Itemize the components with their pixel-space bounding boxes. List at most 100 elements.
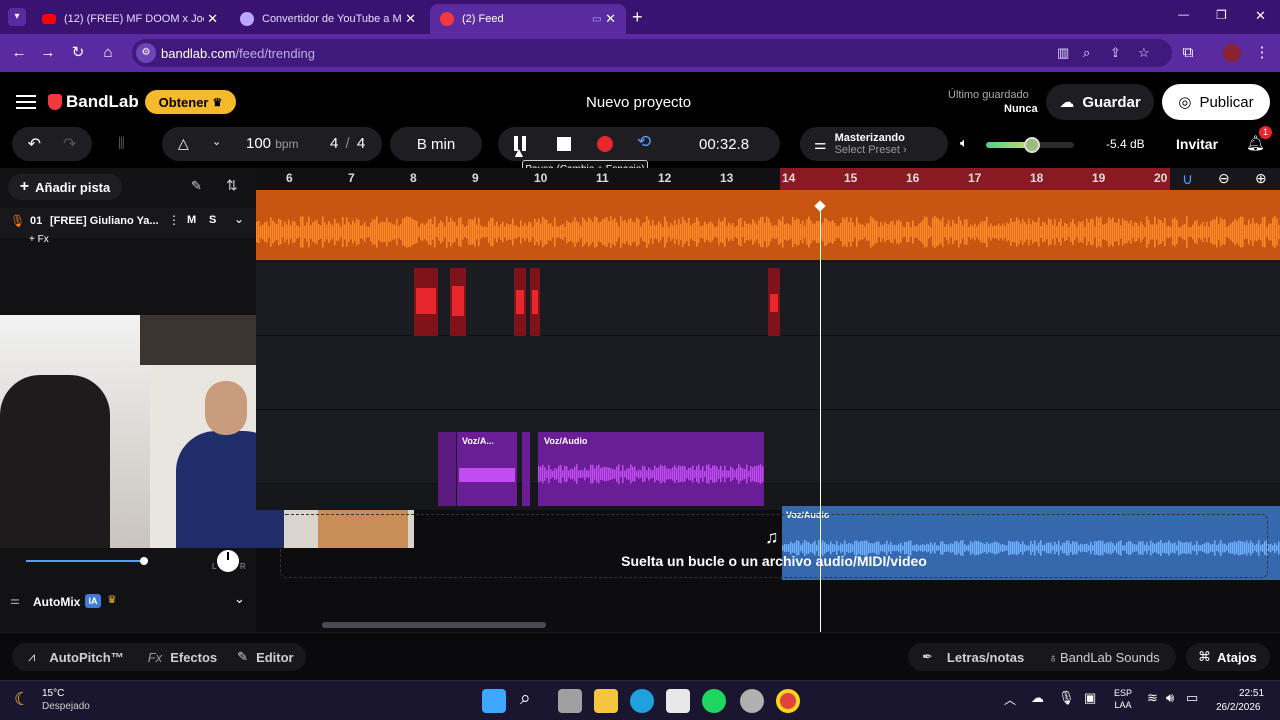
publish-button[interactable]: ◎ Publicar [1162,84,1270,120]
snap-magnet-icon[interactable]: ∪ [1182,170,1193,188]
search-icon[interactable]: ⌕ [520,688,531,710]
track-more-icon[interactable]: ⋮ [168,213,180,227]
reload-icon[interactable]: ↻ [67,42,89,64]
track-settings-icon[interactable]: ⇅ [226,177,238,194]
lyrics-button[interactable]: Letras/notas [947,650,1024,665]
volume-tray-icon[interactable]: 🔊︎ [1166,690,1174,706]
forward-icon[interactable]: → [37,42,59,64]
wifi-icon[interactable]: ≋ [1147,690,1158,706]
mute-button[interactable]: M [187,214,196,226]
audio-clip-purple-main[interactable]: Voz/Audio [538,432,764,506]
speaker-icon[interactable]: 🔈︎ [960,135,968,151]
audio-clip-orange[interactable] [256,190,1280,260]
volume-knob[interactable] [140,557,148,565]
loop-icon[interactable]: ⟲ [637,132,651,152]
task-view-icon[interactable] [558,689,582,713]
audio-clip-red[interactable] [450,268,466,336]
battery-icon[interactable]: ▭ [1186,690,1198,706]
extensions-icon[interactable]: ⧉ [1177,42,1199,64]
close-icon[interactable]: ✕ [405,11,416,27]
audio-clip-red[interactable] [768,268,780,336]
weather-icon[interactable]: ☾ [14,689,30,710]
automix-row[interactable]: ⚌ AutoMix IA ♛ ⌄ [0,588,256,616]
add-track-button[interactable]: + Añadir pista [8,174,122,200]
zoom-in-icon[interactable]: ⊕ [1255,170,1267,187]
record-icon[interactable] [597,136,613,152]
effects-button[interactable]: Efectos [170,650,217,665]
file-explorer-icon[interactable] [594,689,618,713]
chevron-down-icon[interactable]: ⌄ [234,212,244,226]
drop-zone[interactable]: ♫ Suelta un bucle o un archivo audio/MID… [280,514,1268,578]
maximize-button[interactable]: ❐ [1216,8,1227,22]
redo-icon[interactable]: ↷ [63,134,76,154]
minimize-button[interactable]: — [1178,9,1189,21]
audio-clip-purple-short[interactable]: Voz/A... [457,432,517,506]
site-info-icon[interactable]: ⚙ [136,43,156,63]
mastering-button[interactable]: ⚌ Masterizando Select Preset › [800,127,948,161]
audio-clip-red[interactable] [530,268,540,336]
close-icon[interactable]: ✕ [605,11,616,27]
window-close-button[interactable]: ✕ [1255,8,1266,24]
tab-search-button[interactable]: ▾ [8,8,26,26]
profile-avatar[interactable] [1223,44,1241,62]
clock-time[interactable]: 22:51 [1239,688,1264,699]
master-volume-slider[interactable] [986,137,1074,153]
stop-icon[interactable] [557,137,571,151]
chevron-down-icon[interactable]: ⌄ [234,591,245,607]
invite-button[interactable]: Invitar [1176,136,1218,152]
language-indicator[interactable]: ESP LAA [1114,687,1132,711]
playhead[interactable] [820,206,821,632]
hamburger-menu-icon[interactable] [16,95,36,109]
spotify-icon[interactable] [702,689,726,713]
windows-start-icon[interactable] [482,689,506,713]
volume-knob[interactable] [1023,137,1040,153]
undo-icon[interactable]: ↶ [28,134,41,154]
url-bar[interactable]: ⚙ bandlab.com/feed/trending ▥ ⌕ ⇪ ☆ [132,39,1172,67]
project-title[interactable]: Nuevo proyecto [586,94,691,111]
editor-button[interactable]: Editor [256,650,294,665]
time-signature[interactable]: 4 / 4 [330,135,365,152]
home-icon[interactable]: ⌂ [97,42,119,64]
autopitch-button[interactable]: AutoPitch™ [49,650,123,665]
key-selector[interactable]: B min [390,127,482,161]
audio-clip-purple[interactable] [438,432,456,506]
display-tray-icon[interactable]: ▣ [1084,690,1096,706]
mic-tray-icon[interactable]: 🎙︎ [1058,690,1075,706]
store-icon[interactable] [666,689,690,713]
tab-feed[interactable]: (2) Feed ▭ ✕ [430,4,626,34]
audio-clip-red[interactable] [514,268,526,336]
bookmark-star-icon[interactable]: ☆ [1138,45,1150,61]
metronome-icon[interactable]: △ [178,135,189,152]
chrome-icon[interactable] [776,689,800,713]
horizontal-scrollbar[interactable] [322,622,546,628]
zoom-out-icon[interactable]: ⊖ [1218,170,1230,187]
bpm-field[interactable]: 100 bpm [246,135,299,152]
pen-tool-icon[interactable]: ✎ [191,178,202,194]
close-icon[interactable]: ✕ [207,11,218,27]
save-button[interactable]: ☁ Guardar [1046,84,1154,120]
browser-menu-icon[interactable]: ⋮ [1251,42,1273,64]
obtener-button[interactable]: Obtener ♛ [145,90,236,114]
edge-icon[interactable] [630,689,654,713]
reader-icon[interactable]: ▥ [1057,45,1069,61]
bandlab-logo[interactable]: BandLab [48,92,139,112]
tab-youtube[interactable]: (12) (FREE) MF DOOM x Joey Ba ✕ [32,4,228,34]
zoom-icon[interactable]: ⌕ [1083,45,1090,61]
fx-button[interactable]: + Fx [29,234,49,245]
audio-clip-red[interactable] [414,268,438,336]
chevron-down-icon[interactable]: ⌄ [212,135,221,148]
track-name[interactable]: [FREE] Giuliano Ya... [50,215,159,227]
clock-date[interactable]: 26/2/2026 [1216,702,1261,713]
timeline-ruler[interactable]: ∪ ⊖ ⊕ 6 7 8 9 10 11 12 13 14 15 16 17 18 19 20 [256,168,1280,190]
solo-button[interactable]: S [209,214,216,226]
shortcuts-button[interactable]: ⌘ Atajos [1186,643,1270,671]
back-icon[interactable]: ← [8,42,30,64]
steam-icon[interactable] [740,689,764,713]
sounds-button[interactable]: BandLab Sounds [1060,650,1160,665]
audio-clip-purple[interactable] [522,432,530,506]
tab-converter[interactable]: Convertidor de YouTube a MP3 ✕ [230,4,426,34]
new-tab-button[interactable]: + [632,7,643,28]
pan-knob[interactable] [217,550,239,572]
tray-chevron-icon[interactable]: ︿ [1004,691,1016,708]
install-icon[interactable]: ⇪ [1110,45,1121,61]
